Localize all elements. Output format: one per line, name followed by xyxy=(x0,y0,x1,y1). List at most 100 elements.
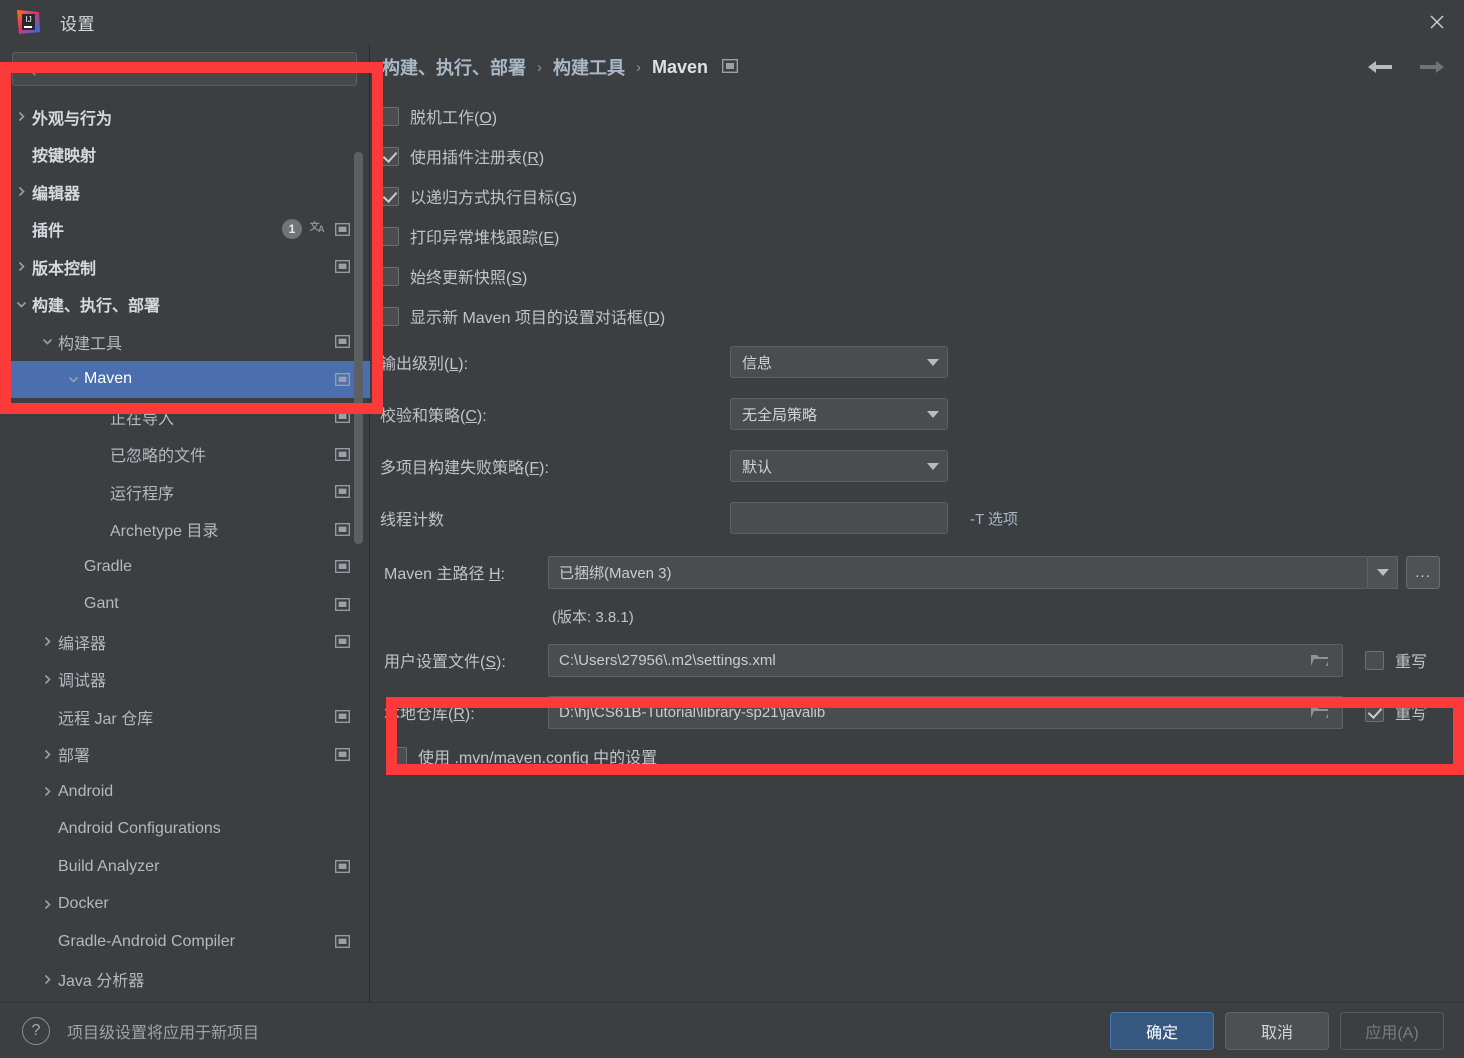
project-scope-icon[interactable] xyxy=(335,635,350,649)
local-repository-override-checkbox[interactable] xyxy=(1365,702,1384,722)
sidebar-item-13[interactable]: Gant xyxy=(0,586,370,624)
chevron-right-icon[interactable] xyxy=(10,261,32,272)
sidebar-item-17[interactable]: 部署 xyxy=(0,736,370,774)
maven-home-dropdown-button[interactable] xyxy=(1368,555,1398,589)
sidebar-item-1[interactable]: 按键映射 xyxy=(0,136,370,174)
sidebar-item-14[interactable]: 编译器 xyxy=(0,623,370,661)
mvn-config-checkbox[interactable] xyxy=(388,746,407,766)
project-scope-icon[interactable] xyxy=(335,485,350,499)
sidebar-item-11[interactable]: Archetype 目录 xyxy=(0,511,370,549)
sidebar-item-label: Java 分析器 xyxy=(58,973,145,991)
sidebar-item-23[interactable]: Java 分析器 xyxy=(0,961,370,999)
checkbox-row-3[interactable]: 打印异常堆栈跟踪(E) xyxy=(380,216,1464,256)
chevron-right-icon[interactable] xyxy=(36,899,58,910)
chevron-down-icon[interactable] xyxy=(36,336,58,347)
project-scope-icon[interactable] xyxy=(335,860,350,874)
sidebar-item-3[interactable]: 插件 1 文 A xyxy=(0,211,370,249)
project-scope-icon[interactable] xyxy=(335,447,350,461)
thread-count-input[interactable] xyxy=(730,502,948,534)
checkbox-4[interactable] xyxy=(380,266,399,286)
chevron-right-icon[interactable] xyxy=(36,974,58,985)
user-settings-mnemonic: S xyxy=(485,654,497,671)
sidebar-item-2[interactable]: 编辑器 xyxy=(0,173,370,211)
translate-icon[interactable]: 文A xyxy=(310,219,327,239)
local-repository-field[interactable]: D:\hj\CS61B-Tutorial\library-sp21\javali… xyxy=(548,695,1343,729)
mvn-config-row[interactable]: 使用 .mvn/maven.config 中的设置 xyxy=(388,736,1464,776)
sidebar-item-4[interactable]: 版本控制 xyxy=(0,248,370,286)
breadcrumb-part-0[interactable]: 构建、执行、部署 xyxy=(382,54,526,80)
project-scope-icon[interactable] xyxy=(335,747,350,761)
sidebar-item-16[interactable]: 远程 Jar 仓库 xyxy=(0,698,370,736)
project-scope-icon[interactable] xyxy=(335,935,350,949)
checkbox-5[interactable] xyxy=(380,306,399,326)
maven-home-browse-button[interactable]: ... xyxy=(1406,555,1440,589)
chevron-down-icon[interactable] xyxy=(10,299,32,310)
sidebar-item-9[interactable]: 已忽略的文件 xyxy=(0,436,370,474)
ok-button[interactable]: 确定 xyxy=(1110,1011,1214,1050)
apply-button[interactable]: 应用(A) xyxy=(1340,1011,1444,1050)
checkbox-row-5[interactable]: 显示新 Maven 项目的设置对话框(D) xyxy=(380,296,1464,336)
combo-0[interactable]: 信息 xyxy=(730,346,948,378)
chevron-right-icon[interactable] xyxy=(36,749,58,760)
local-repository-override[interactable]: 重写 xyxy=(1365,700,1427,724)
project-scope-icon[interactable] xyxy=(335,335,350,349)
checkbox-row-1[interactable]: 使用插件注册表(R) xyxy=(380,136,1464,176)
sidebar-item-21[interactable]: Docker xyxy=(0,886,370,924)
project-scope-icon[interactable] xyxy=(335,560,350,574)
sidebar-item-7[interactable]: Maven xyxy=(0,360,370,398)
project-scope-icon[interactable] xyxy=(335,410,350,424)
folder-icon[interactable] xyxy=(1302,644,1336,677)
sidebar-item-8[interactable]: 正在导入 xyxy=(0,398,370,436)
checkbox-0[interactable] xyxy=(380,106,399,126)
checkbox-2[interactable] xyxy=(380,186,399,206)
back-arrow-icon[interactable] xyxy=(1366,59,1396,75)
project-scope-icon[interactable] xyxy=(335,222,350,236)
user-settings-override[interactable]: 重写 xyxy=(1365,648,1427,672)
sidebar-item-10[interactable]: 运行程序 xyxy=(0,473,370,511)
project-scope-icon[interactable] xyxy=(335,710,350,724)
settings-tree[interactable]: 外观与行为 按键映射 编辑器 插件 1 文 A 版本控制 构建、执行、部署 构建工具 Maven 正在… xyxy=(0,98,370,1002)
checkbox-row-4[interactable]: 始终更新快照(S) xyxy=(380,256,1464,296)
chevron-right-icon[interactable] xyxy=(36,786,58,797)
sidebar-item-indicators xyxy=(335,522,370,536)
user-settings-override-checkbox[interactable] xyxy=(1365,650,1384,670)
search-input[interactable] xyxy=(43,61,348,77)
sidebar-item-6[interactable]: 构建工具 xyxy=(0,323,370,361)
chevron-right-icon[interactable] xyxy=(36,636,58,647)
question-mark-icon[interactable]: ? xyxy=(22,1016,50,1045)
sidebar-item-20[interactable]: Build Analyzer xyxy=(0,848,370,886)
project-scope-icon[interactable] xyxy=(335,372,350,386)
sidebar-item-12[interactable]: Gradle xyxy=(0,548,370,586)
combo-1[interactable]: 无全局策略 xyxy=(730,398,948,430)
chevron-right-icon[interactable] xyxy=(36,674,58,685)
close-icon[interactable] xyxy=(1410,0,1464,44)
sidebar-scrollbar-thumb[interactable] xyxy=(354,152,363,544)
chevron-right-icon[interactable] xyxy=(10,111,32,122)
combo-2[interactable]: 默认 xyxy=(730,450,948,482)
user-settings-field[interactable]: C:\Users\27956\.m2\settings.xml xyxy=(548,643,1343,677)
breadcrumb-part-1[interactable]: 构建工具 xyxy=(553,54,625,80)
sidebar-item-22[interactable]: Gradle-Android Compiler xyxy=(0,923,370,961)
sidebar-item-5[interactable]: 构建、执行、部署 xyxy=(0,286,370,324)
checkbox-3[interactable] xyxy=(380,226,399,246)
chevron-down-icon[interactable] xyxy=(62,374,84,385)
sidebar-item-label: 远程 Jar 仓库 xyxy=(58,710,154,728)
chevron-right-icon[interactable] xyxy=(10,186,32,197)
checkbox-1[interactable] xyxy=(380,146,399,166)
sidebar-item-15[interactable]: 调试器 xyxy=(0,661,370,699)
sidebar-item-19[interactable]: Android Configurations xyxy=(0,811,370,849)
project-scope-icon[interactable] xyxy=(335,260,350,274)
folder-icon[interactable] xyxy=(1302,696,1336,729)
checkbox-row-2[interactable]: 以递归方式执行目标(G) xyxy=(380,176,1464,216)
settings-sidebar: 外观与行为 按键映射 编辑器 插件 1 文 A 版本控制 构建、执行、部署 构建工具 Maven 正在… xyxy=(0,44,370,1002)
project-scope-icon[interactable] xyxy=(335,522,350,536)
project-scope-icon[interactable] xyxy=(722,57,739,78)
cancel-button[interactable]: 取消 xyxy=(1225,1011,1329,1050)
sidebar-item-18[interactable]: Android xyxy=(0,773,370,811)
forward-arrow-icon[interactable] xyxy=(1416,59,1446,75)
search-box[interactable] xyxy=(12,52,357,86)
checkbox-row-0[interactable]: 脱机工作(O) xyxy=(380,96,1464,136)
project-scope-icon[interactable] xyxy=(335,597,350,611)
sidebar-item-0[interactable]: 外观与行为 xyxy=(0,98,370,136)
maven-home-field[interactable]: 已捆绑(Maven 3) xyxy=(548,555,1368,589)
